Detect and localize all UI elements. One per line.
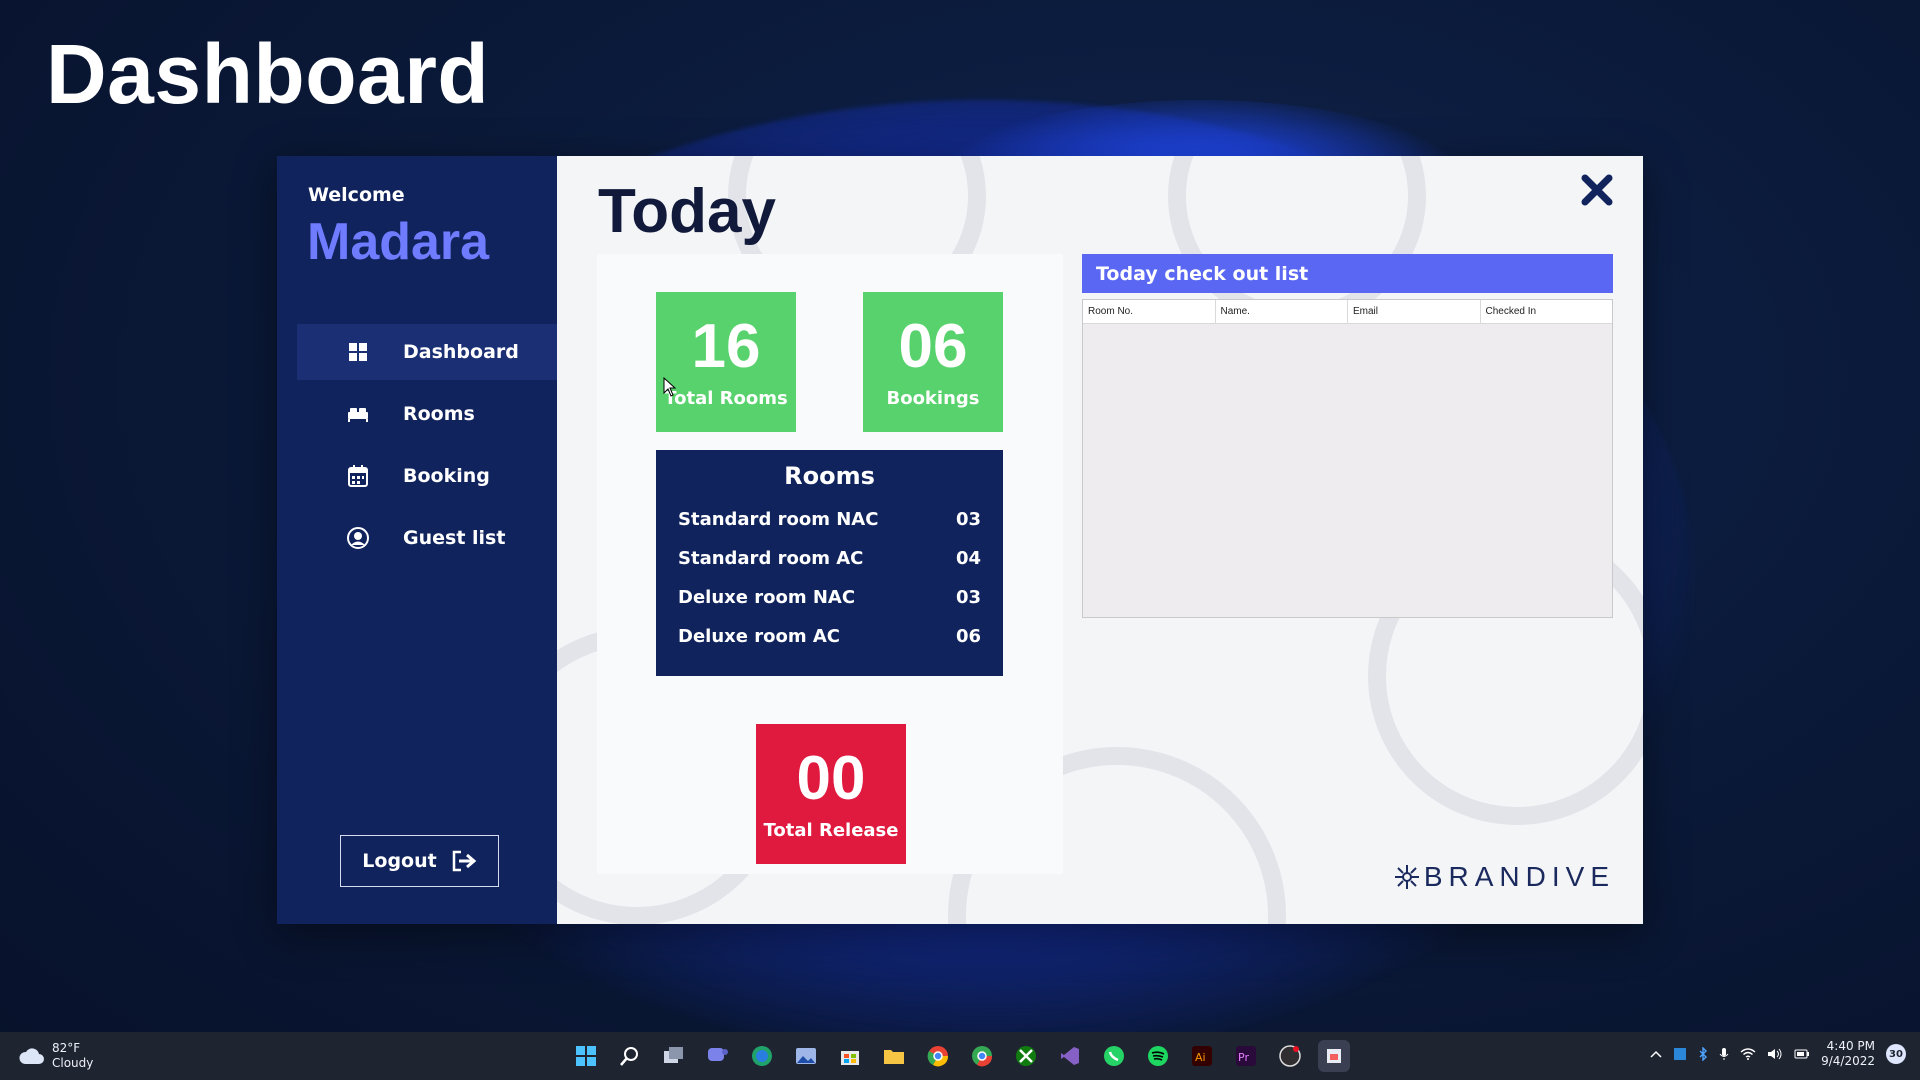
clock-date: 9/4/2022 <box>1821 1054 1875 1068</box>
illustrator-icon[interactable]: Ai <box>1186 1040 1218 1072</box>
brand-name: BRANDIVE <box>1423 861 1615 892</box>
bed-icon <box>347 403 369 425</box>
room-row: Deluxe room AC 06 <box>678 617 981 656</box>
checkout-table[interactable]: Room No. Name. Email Checked In <box>1082 299 1613 618</box>
spotify-icon[interactable] <box>1142 1040 1174 1072</box>
task-view-icon[interactable] <box>658 1040 690 1072</box>
xbox-icon[interactable] <box>1010 1040 1042 1072</box>
grid-icon <box>347 341 369 363</box>
svg-text:Pr: Pr <box>1238 1051 1249 1064</box>
room-type: Deluxe room AC <box>678 626 840 647</box>
total-rooms-label: Total Rooms <box>664 387 788 409</box>
room-type: Standard room AC <box>678 548 864 569</box>
search-icon[interactable] <box>614 1040 646 1072</box>
welcome-label: Welcome <box>308 184 405 206</box>
cloud-icon <box>19 1048 44 1064</box>
sidebar-nav: Dashboard Rooms Booking Guest list <box>297 324 557 572</box>
defender-icon[interactable] <box>1673 1047 1687 1061</box>
room-count: 06 <box>955 626 981 647</box>
sidebar: Welcome Madara Dashboard Rooms Booking G… <box>277 156 557 924</box>
total-release-value: 00 <box>796 743 866 813</box>
sidebar-item-label: Guest list <box>403 527 506 549</box>
brand-mark-icon <box>1394 865 1419 889</box>
bookings-label: Bookings <box>886 387 980 409</box>
taskbar-apps: Ai Pr <box>570 1040 1350 1072</box>
total-rooms-card: 16 Total Rooms <box>656 292 796 432</box>
column-header-room-no[interactable]: Room No. <box>1083 300 1216 323</box>
total-rooms-value: 16 <box>691 311 761 381</box>
room-count: 03 <box>955 587 981 608</box>
chrome-icon[interactable] <box>922 1040 954 1072</box>
chrome-profile-icon[interactable] <box>966 1040 998 1072</box>
table-header: Room No. Name. Email Checked In <box>1083 300 1612 324</box>
column-header-name[interactable]: Name. <box>1216 300 1348 323</box>
bookings-card: 06 Bookings <box>863 292 1003 432</box>
calendar-icon <box>347 465 369 487</box>
sidebar-item-rooms[interactable]: Rooms <box>297 386 557 442</box>
app-window: Welcome Madara Dashboard Rooms Booking G… <box>277 156 1643 924</box>
bookings-value: 06 <box>898 311 968 381</box>
wifi-icon[interactable] <box>1740 1048 1756 1060</box>
weather-condition: Cloudy <box>52 1056 94 1070</box>
room-count: 03 <box>955 509 981 530</box>
sidebar-item-label: Rooms <box>403 403 475 425</box>
java-app-icon[interactable] <box>1318 1040 1350 1072</box>
rooms-summary: Rooms Standard room NAC 03 Standard room… <box>656 450 1003 676</box>
microphone-icon[interactable] <box>1719 1047 1729 1061</box>
teams-chat-icon[interactable] <box>702 1040 734 1072</box>
store-icon[interactable] <box>834 1040 866 1072</box>
page-title: Today <box>598 177 776 246</box>
weather-widget[interactable]: 82°F Cloudy <box>18 1041 93 1071</box>
sidebar-item-label: Dashboard <box>403 341 519 363</box>
system-tray: 4:40 PM 9/4/2022 30 <box>1650 1039 1906 1069</box>
user-icon <box>347 527 369 549</box>
username: Madara <box>307 213 490 271</box>
checkout-list-title: Today check out list <box>1082 254 1613 293</box>
sidebar-item-label: Booking <box>403 465 490 487</box>
weather-temp: 82°F <box>52 1041 81 1055</box>
main-content: Today 16 Total Rooms 06 Bookings Rooms S… <box>557 156 1643 924</box>
edge-icon[interactable] <box>746 1040 778 1072</box>
bluetooth-icon[interactable] <box>1698 1047 1708 1061</box>
chevron-up-icon[interactable] <box>1650 1050 1662 1058</box>
obs-icon[interactable] <box>1274 1040 1306 1072</box>
svg-text:Ai: Ai <box>1195 1051 1206 1064</box>
column-header-email[interactable]: Email <box>1348 300 1481 323</box>
total-release-label: Total Release <box>763 819 899 841</box>
mouse-cursor-icon <box>663 377 677 397</box>
room-count: 04 <box>955 548 981 569</box>
visual-studio-icon[interactable] <box>1054 1040 1086 1072</box>
notification-badge[interactable]: 30 <box>1886 1044 1906 1064</box>
room-row: Standard room AC 04 <box>678 539 981 578</box>
brand-logo: BRANDIVE <box>1394 861 1615 893</box>
close-icon[interactable] <box>1577 170 1617 210</box>
clock[interactable]: 4:40 PM 9/4/2022 <box>1821 1039 1875 1069</box>
battery-icon[interactable] <box>1794 1048 1810 1060</box>
room-type: Deluxe room NAC <box>678 587 856 608</box>
logout-label: Logout <box>362 850 437 872</box>
column-header-checked-in[interactable]: Checked In <box>1481 300 1613 323</box>
room-row: Deluxe room NAC 03 <box>678 578 981 617</box>
file-explorer-icon[interactable] <box>878 1040 910 1072</box>
whatsapp-icon[interactable] <box>1098 1040 1130 1072</box>
start-icon[interactable] <box>570 1040 602 1072</box>
premiere-icon[interactable]: Pr <box>1230 1040 1262 1072</box>
sidebar-item-dashboard[interactable]: Dashboard <box>297 324 557 380</box>
logout-icon <box>452 850 477 872</box>
clock-time: 4:40 PM <box>1826 1039 1875 1053</box>
rooms-summary-title: Rooms <box>784 462 875 490</box>
total-release-card: 00 Total Release <box>756 724 906 864</box>
sidebar-item-guest-list[interactable]: Guest list <box>297 510 557 566</box>
photos-icon[interactable] <box>790 1040 822 1072</box>
room-row: Standard room NAC 03 <box>678 500 981 539</box>
logout-button[interactable]: Logout <box>340 835 499 887</box>
sidebar-item-booking[interactable]: Booking <box>297 448 557 504</box>
volume-icon[interactable] <box>1767 1048 1783 1060</box>
checkout-list: Today check out list Room No. Name. Emai… <box>1082 254 1613 620</box>
room-type: Standard room NAC <box>678 509 879 530</box>
overlay-title: Dashboard <box>46 27 490 121</box>
stats-panel: 16 Total Rooms 06 Bookings Rooms Standar… <box>597 254 1063 874</box>
taskbar: 82°F Cloudy Ai Pr 4:40 PM 9/4/2022 30 <box>0 1032 1920 1080</box>
